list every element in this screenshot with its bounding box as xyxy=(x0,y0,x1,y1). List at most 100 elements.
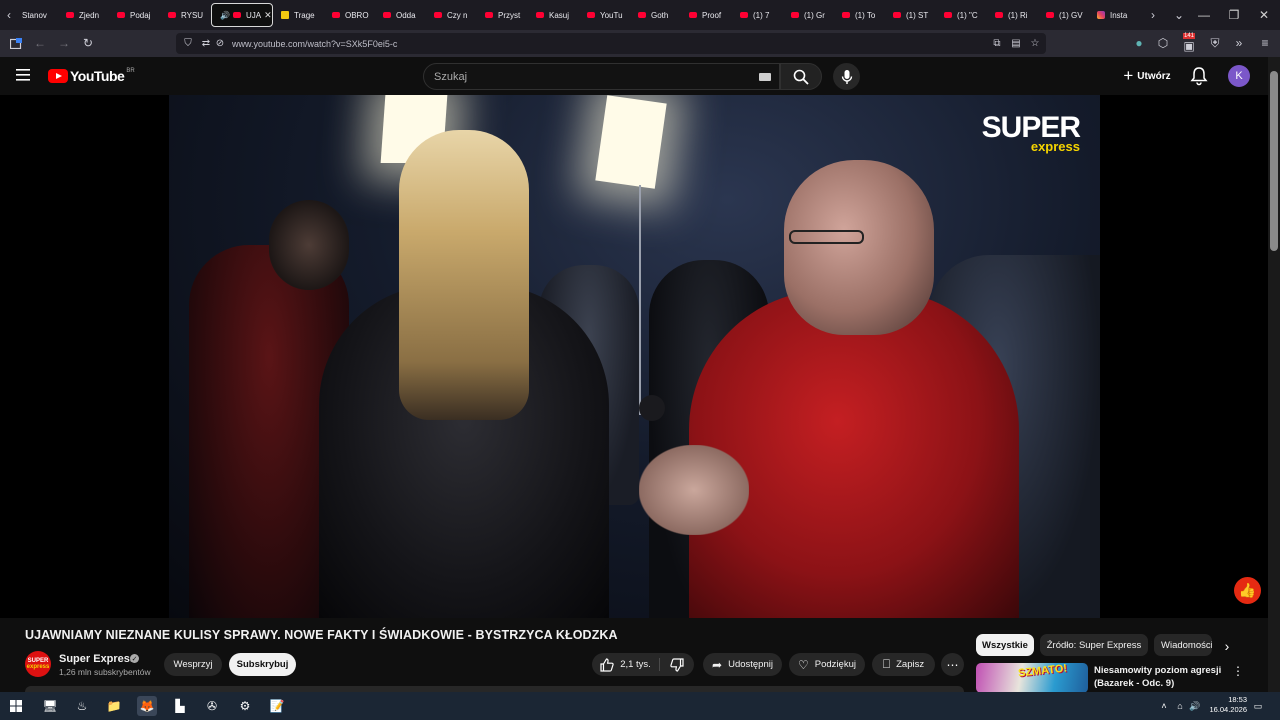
firefox-icon[interactable]: 🦊 xyxy=(137,696,157,716)
back-icon[interactable]: ← xyxy=(32,35,48,51)
channel-name[interactable]: Super Express xyxy=(59,653,136,665)
sidebar-toggle-icon[interactable] xyxy=(8,35,24,51)
youtube-icon xyxy=(893,12,901,18)
browser-tab[interactable]: Przyst xyxy=(477,3,528,27)
browser-tab[interactable]: (1) GV xyxy=(1038,3,1089,27)
overflow-menu-icon[interactable]: » xyxy=(1231,35,1247,51)
network-app-icon[interactable]: ✇ xyxy=(202,696,222,716)
browser-tab[interactable]: Proof xyxy=(681,3,732,27)
like-button[interactable]: 2,1 tys. xyxy=(592,653,659,676)
save-button[interactable]: ⎕ Zapisz xyxy=(872,653,935,676)
scrollbar-thumb[interactable] xyxy=(1270,71,1278,251)
youtube-icon xyxy=(383,12,391,18)
network-icon[interactable]: ⌂ xyxy=(1174,700,1186,712)
browser-tab[interactable]: (1) "C xyxy=(936,3,987,27)
browser-tab[interactable]: (1) To xyxy=(834,3,885,27)
tray-chevron-icon[interactable]: ˄ xyxy=(1158,700,1170,712)
url-text[interactable]: www.youtube.com/watch?v=SXk5F0ei5-c xyxy=(232,39,397,49)
chip-scroll-right-icon[interactable]: › xyxy=(1218,637,1236,655)
browser-tab[interactable]: RYSU xyxy=(160,3,211,27)
youtube-icon xyxy=(587,12,595,18)
browser-tab[interactable]: Podaj xyxy=(109,3,160,27)
ublock-extension-icon[interactable]: 141 ▣ xyxy=(1181,33,1197,53)
create-button[interactable]: + Utwórz xyxy=(1114,63,1180,89)
recommended-thumbnail[interactable]: SZMATO! xyxy=(976,663,1088,693)
windows-start-icon[interactable] xyxy=(6,696,26,716)
tracking-off-icon[interactable]: ⊘ xyxy=(214,37,226,49)
monitor-app-icon[interactable]: 🖥 xyxy=(40,696,60,716)
account-avatar[interactable]: K xyxy=(1228,65,1250,87)
bookmark-star-icon[interactable]: ☆ xyxy=(1029,37,1041,49)
hamburger-menu-icon[interactable] xyxy=(16,68,32,84)
browser-tab[interactable]: Insta xyxy=(1089,3,1140,27)
subscribe-button[interactable]: Subskrybuj xyxy=(229,653,296,676)
youtube-icon xyxy=(995,12,1003,18)
video-player[interactable]: SUPER express xyxy=(0,95,1268,618)
search-input[interactable] xyxy=(434,70,734,83)
steam-icon[interactable]: ♨ xyxy=(72,696,92,716)
browser-tab[interactable]: (1) 7 xyxy=(732,3,783,27)
browser-tab[interactable]: Stanov xyxy=(18,3,58,27)
browser-tab[interactable]: (1) Ri xyxy=(987,3,1038,27)
shield-icon[interactable]: ⛉ xyxy=(182,37,194,49)
picture-in-picture-icon[interactable]: ⧉ xyxy=(991,37,1003,49)
browser-tab[interactable]: Zjedn xyxy=(58,3,109,27)
file-explorer-icon[interactable]: 📁 xyxy=(104,696,124,716)
browser-tab[interactable]: (1) ST xyxy=(885,3,936,27)
search-button[interactable] xyxy=(780,63,822,90)
youtube-play-icon xyxy=(48,69,68,83)
tab-scroll-left-icon[interactable]: ‹ xyxy=(0,0,18,30)
floating-thumbs-up-icon[interactable]: 👍 xyxy=(1234,577,1261,604)
youtube-icon xyxy=(638,12,646,18)
tab-scroll-right-icon[interactable]: › xyxy=(1144,0,1162,30)
close-window-icon[interactable]: ✕ xyxy=(1246,0,1280,30)
tab-label: RYSU xyxy=(181,10,204,20)
vpn-shield-icon[interactable]: ● xyxy=(1131,35,1147,51)
address-bar[interactable]: ⛉ ⇄ ⊘ www.youtube.com/watch?v=SXk5F0ei5-… xyxy=(176,33,1046,54)
page-scrollbar[interactable] xyxy=(1268,57,1280,692)
shield-extension-icon[interactable]: ⛨ xyxy=(1207,35,1223,51)
permissions-icon[interactable]: ⇄ xyxy=(200,37,212,49)
keyboard-icon[interactable] xyxy=(759,73,771,81)
channel-avatar[interactable]: SUPER express xyxy=(25,651,51,677)
chip-source[interactable]: Źródło: Super Express xyxy=(1040,634,1148,656)
settings-gear-icon[interactable]: ⚙ xyxy=(235,696,255,716)
browser-tab[interactable]: Goth xyxy=(630,3,681,27)
thanks-button[interactable]: ♡ Podziękuj xyxy=(789,653,865,676)
more-actions-icon[interactable]: ⋯ xyxy=(941,653,964,676)
share-button[interactable]: ➦ Udostępnij xyxy=(703,653,782,676)
video-frame[interactable]: SUPER express xyxy=(169,95,1100,618)
reader-view-icon[interactable]: ▤ xyxy=(1010,37,1022,49)
dislike-button[interactable] xyxy=(660,653,694,676)
browser-tab[interactable]: 🔊 UJA ✕ xyxy=(211,3,273,27)
voice-search-button[interactable] xyxy=(833,63,860,90)
light-stand xyxy=(639,185,641,415)
reload-icon[interactable]: ↻ xyxy=(80,35,96,51)
youtube-logo[interactable]: YouTube BR xyxy=(48,68,135,84)
notion-icon[interactable]: ▙ xyxy=(170,696,190,716)
save-label: Zapisz xyxy=(896,659,925,670)
browser-tab[interactable]: Kasuj xyxy=(528,3,579,27)
recommended-menu-icon[interactable]: ⋮ xyxy=(1232,664,1244,678)
chip-all[interactable]: Wszystkie xyxy=(976,634,1034,656)
browser-tab[interactable]: (1) Gr xyxy=(783,3,834,27)
browser-tab[interactable]: Trage xyxy=(273,3,324,27)
chip-news[interactable]: Wiadomości xyxy=(1154,634,1212,656)
browser-tab[interactable]: Odda xyxy=(375,3,426,27)
tab-label: UJA xyxy=(245,10,262,20)
app-menu-icon[interactable]: ≡ xyxy=(1257,35,1273,51)
support-button[interactable]: Wesprzyj xyxy=(164,653,222,676)
audio-playing-icon[interactable]: 🔊 xyxy=(220,11,230,20)
browser-tab[interactable]: Czy n xyxy=(426,3,477,27)
tab-close-icon[interactable]: ✕ xyxy=(264,10,272,21)
search-box[interactable] xyxy=(423,63,780,90)
browser-tab[interactable]: YouTu xyxy=(579,3,630,27)
extensions-icon[interactable]: ⬡ xyxy=(1155,35,1171,51)
system-clock[interactable]: 18:53 16.04.2026 xyxy=(1195,695,1247,715)
windows-taskbar: 🖥 ♨ 📁 🦊 ▙ ✇ ⚙ 📝 ˄ ⌂ 🔊 18:53 16.04.2026 ▭ xyxy=(0,692,1280,720)
notepad-icon[interactable]: 📝 xyxy=(267,696,287,716)
browser-tab[interactable]: OBRO xyxy=(324,3,375,27)
forward-icon[interactable]: → xyxy=(56,35,72,51)
notification-center-icon[interactable]: ▭ xyxy=(1252,700,1264,712)
notifications-bell-icon[interactable] xyxy=(1190,66,1210,86)
